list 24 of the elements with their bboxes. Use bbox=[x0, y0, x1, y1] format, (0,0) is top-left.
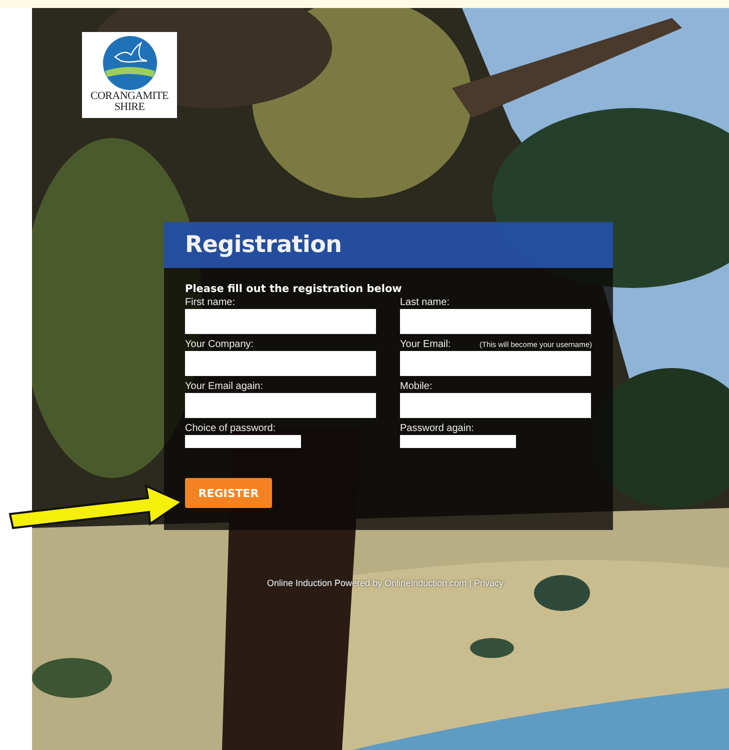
privacy-link[interactable]: Privacy bbox=[474, 578, 504, 588]
field-label: Your Email: bbox=[400, 338, 451, 351]
bird-logo-icon bbox=[100, 35, 158, 91]
input-field[interactable] bbox=[185, 309, 376, 334]
register-button[interactable]: REGISTER bbox=[185, 478, 272, 508]
field-label: Mobile: bbox=[400, 380, 432, 393]
logo-text: SHIRE bbox=[114, 102, 145, 113]
site-link[interactable]: OnlineInduction.com bbox=[384, 578, 467, 588]
field-label: Password again: bbox=[400, 422, 474, 435]
logo-text: CORANGAMITE bbox=[90, 91, 168, 102]
input-field[interactable] bbox=[400, 351, 591, 376]
input-field[interactable] bbox=[185, 351, 376, 376]
field-label: Choice of password: bbox=[185, 422, 276, 435]
field-label: First name: bbox=[185, 296, 236, 309]
field-label: Your Email again: bbox=[185, 380, 264, 393]
input-field[interactable] bbox=[400, 309, 591, 334]
input-field[interactable] bbox=[400, 393, 591, 418]
password-field[interactable] bbox=[400, 435, 516, 448]
input-field[interactable] bbox=[185, 393, 376, 418]
field-label: Last name: bbox=[400, 296, 450, 309]
form-instructions: Please fill out the registration below bbox=[185, 283, 403, 295]
form-title: Registration bbox=[185, 232, 342, 258]
field-label: Your Company: bbox=[185, 338, 254, 351]
password-field[interactable] bbox=[185, 435, 301, 448]
